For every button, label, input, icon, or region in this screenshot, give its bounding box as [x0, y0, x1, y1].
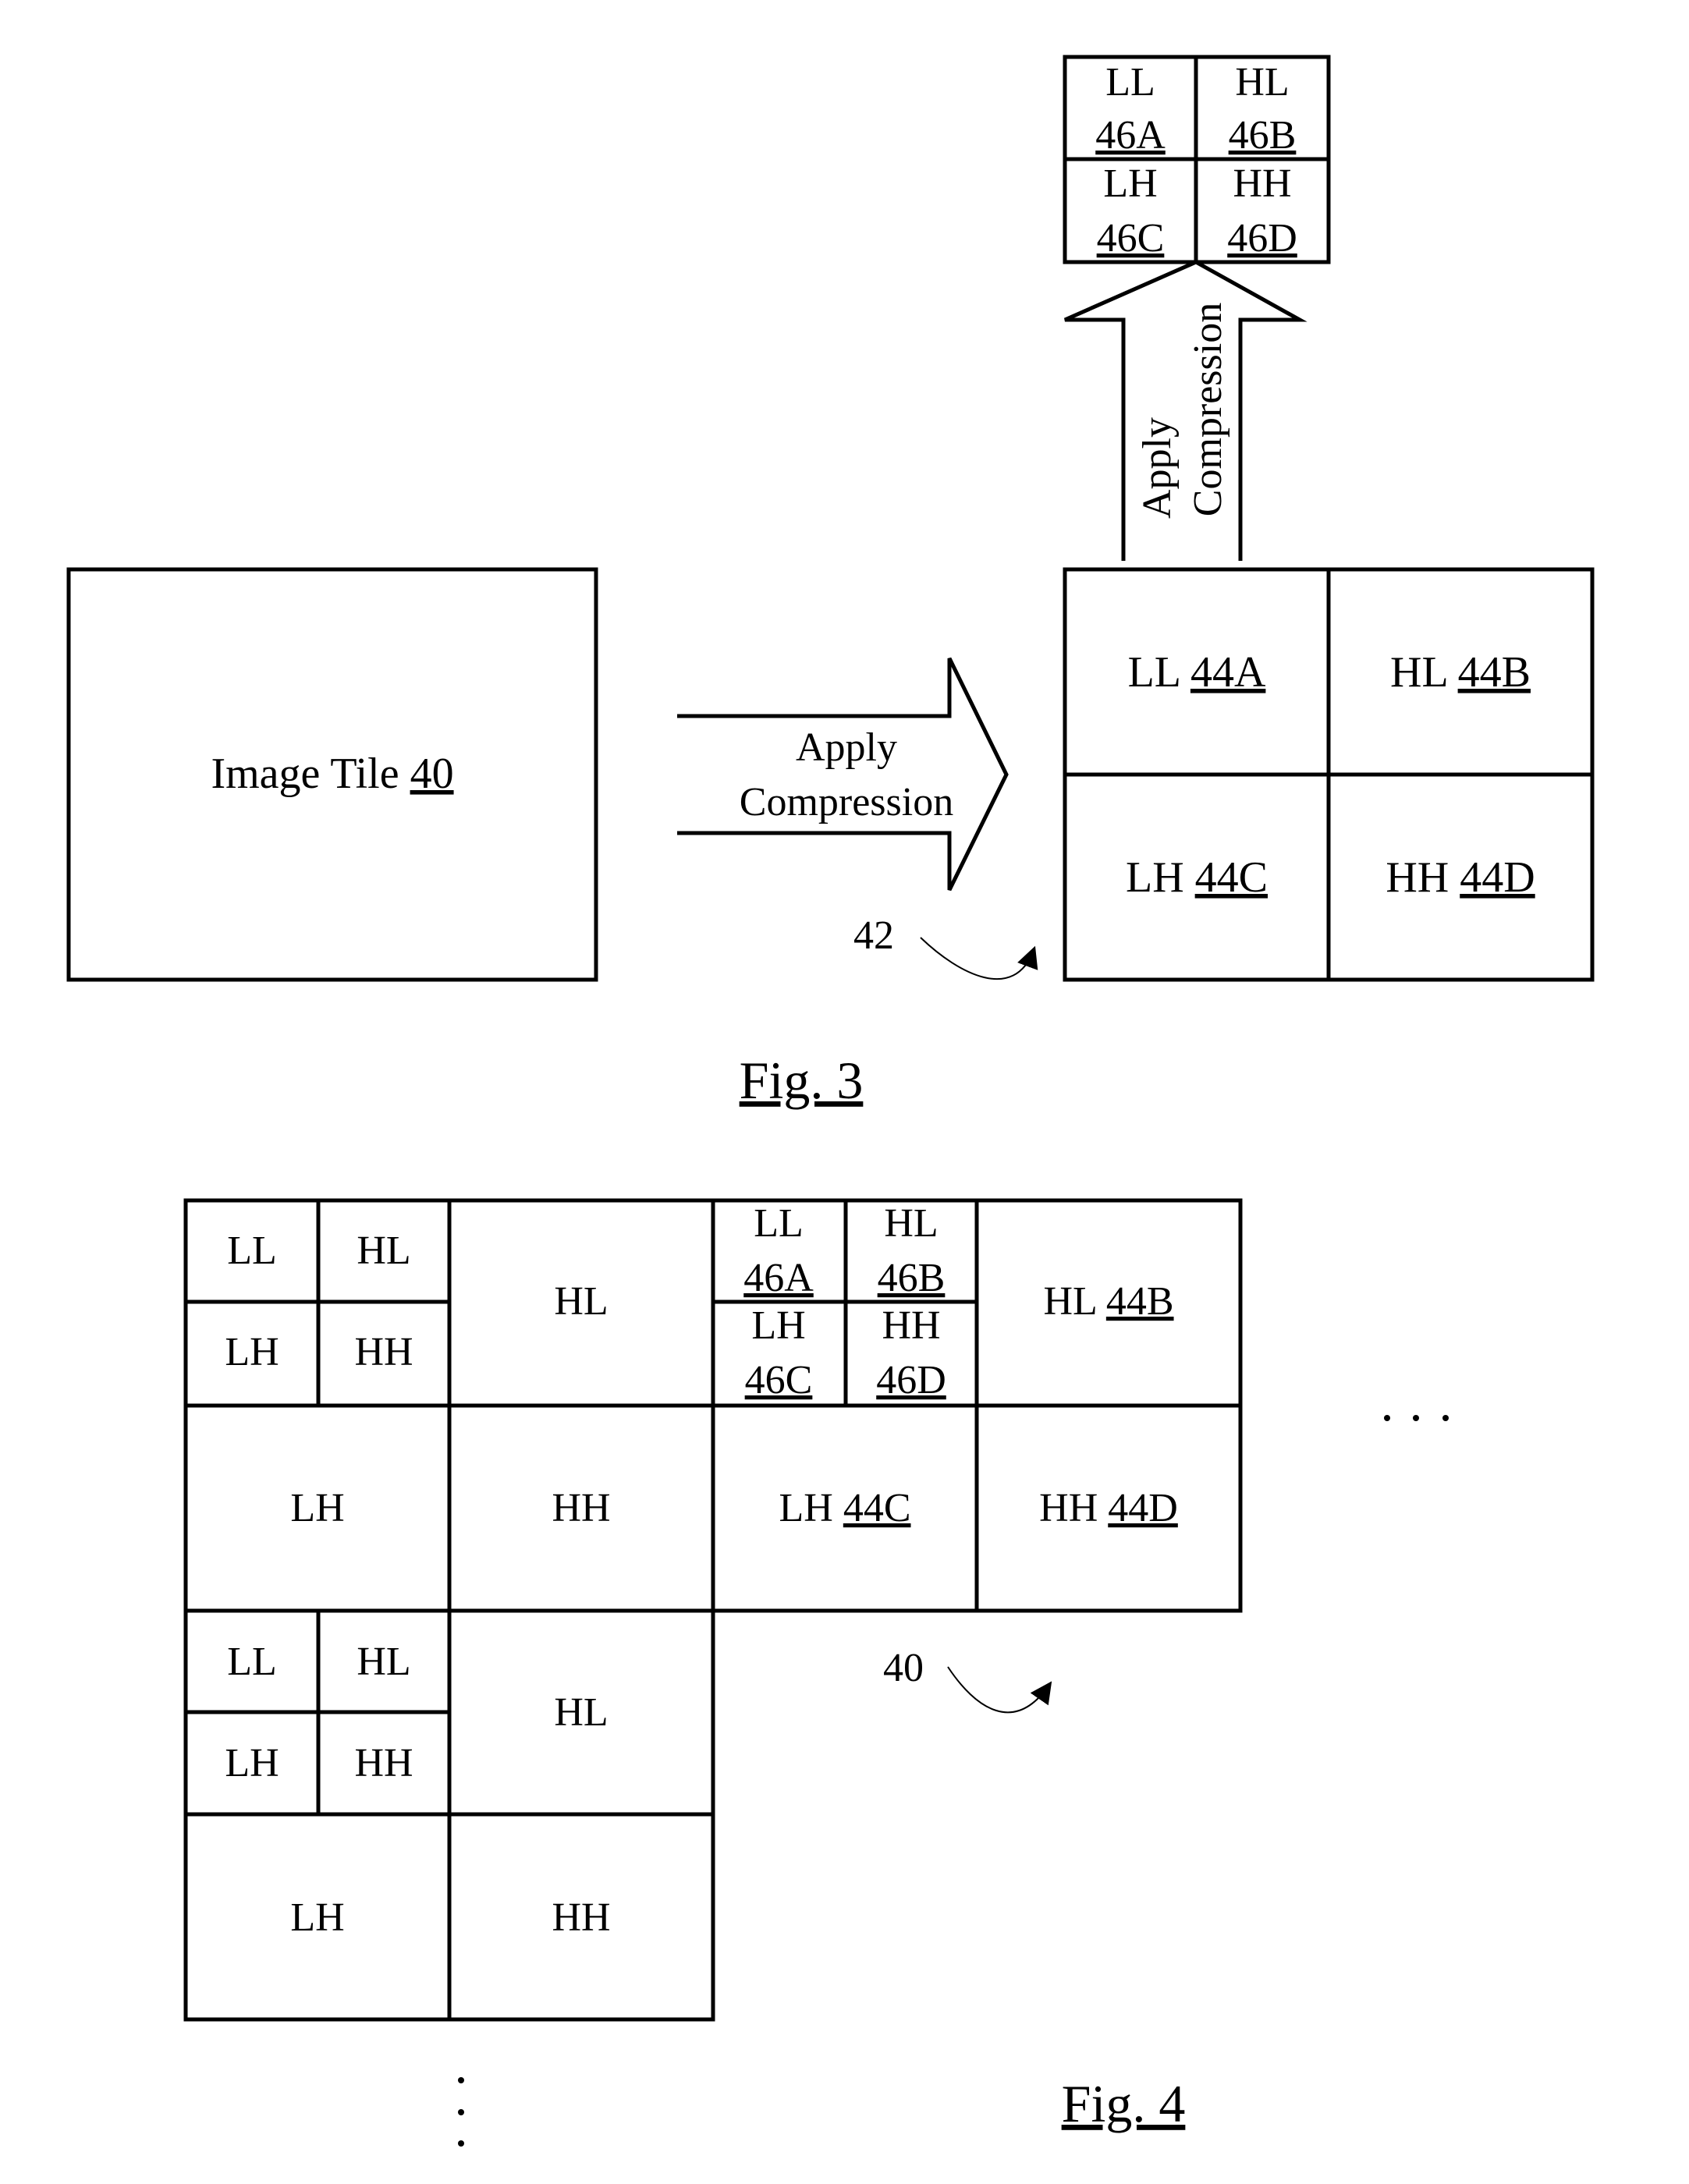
svg-text:LH: LH — [1103, 161, 1157, 206]
tile2-hl-46b: HL 46B — [878, 1201, 946, 1300]
vertical-arrow-label-line2: Compression — [1186, 303, 1230, 516]
svg-text:HH: HH — [882, 1303, 940, 1348]
tile2-hh-44d: HH 44D — [1039, 1486, 1178, 1530]
svg-text:LL: LL — [1105, 60, 1155, 105]
svg-text:46C: 46C — [1097, 216, 1165, 261]
svg-text:LH: LH — [751, 1303, 805, 1348]
level1-subband-grid: LL 44A HL 44B LH 44C HH 44D — [1063, 567, 1595, 982]
tile3-sub-hl: HL — [357, 1640, 410, 1684]
tile2-hh-46d: HH 46D — [876, 1303, 946, 1402]
svg-text:HL: HL — [884, 1201, 938, 1246]
tile1-hl: HL — [554, 1279, 608, 1324]
arrow-label-line2: Compression — [740, 780, 953, 824]
tile3-lh: LH — [290, 1895, 344, 1940]
svg-text:46A: 46A — [1095, 113, 1166, 158]
tile1-sub-lh: LH — [225, 1330, 279, 1374]
svg-text:HL: HL — [1235, 60, 1289, 105]
tile-2-decomposition: LL 46A HL 46B LH 46C HH 46D HL 44B LH 44… — [711, 1198, 1243, 1613]
tile1-hh: HH — [552, 1486, 610, 1530]
level2-subband-grid: LL 46A HL 46B LH 46C HH 46D — [1063, 55, 1331, 264]
reference-40: 40 — [883, 1646, 924, 1690]
svg-text:46B: 46B — [1229, 113, 1297, 158]
tile3-ll: LL — [227, 1640, 277, 1684]
leader-arrow-40 — [947, 1666, 1052, 1714]
tile2-lh-46c: LH 46C — [745, 1303, 813, 1402]
image-tile-label: Image Tile 40 — [211, 750, 453, 798]
tile2-lh-44c: LH 44C — [779, 1486, 910, 1530]
tile3-sub-lh: LH — [225, 1741, 279, 1785]
image-tile-box: Image Tile 40 — [66, 567, 598, 982]
tile1-lh: LH — [290, 1486, 344, 1530]
svg-text:46D: 46D — [876, 1358, 946, 1402]
subband-hl-46b: HL 46B — [1229, 60, 1297, 158]
svg-text:LL: LL — [754, 1201, 804, 1246]
tile2-ll-46a: LL 46A — [743, 1201, 814, 1300]
patent-drawing: Image Tile 40 Apply Compression 42 LL 44… — [66, 55, 1595, 2147]
tile1-sub-hh: HH — [354, 1330, 413, 1374]
tile1-ll: LL — [227, 1228, 277, 1273]
svg-text:46C: 46C — [745, 1358, 813, 1402]
apply-compression-arrow-vertical: Apply Compression — [1063, 260, 1308, 561]
apply-compression-arrow-horizontal: Apply Compression — [677, 657, 1009, 892]
tile1-sub-hl: HL — [357, 1228, 410, 1273]
svg-text:46B: 46B — [878, 1256, 946, 1300]
svg-text:HH: HH — [1233, 161, 1291, 206]
subband-hl-44b: HL 44B — [1390, 648, 1531, 697]
subband-ll-46a: LL 46A — [1095, 60, 1166, 158]
subband-hh-46d: HH 46D — [1227, 161, 1297, 261]
subband-lh-46c: LH 46C — [1097, 161, 1165, 261]
leader-arrow-42 — [920, 937, 1038, 980]
ellipsis-horizontal-icon — [1384, 1415, 1449, 1421]
vertical-arrow-label-line1: Apply — [1135, 417, 1180, 519]
tile2-hl-44b: HL 44B — [1043, 1279, 1173, 1324]
tile3-hl: HL — [554, 1690, 608, 1735]
subband-ll-44a: LL 44A — [1128, 648, 1266, 697]
figure-4-caption: Fig. 4 — [1062, 2074, 1186, 2133]
svg-text:46D: 46D — [1227, 216, 1297, 261]
tile3-sub-hh: HH — [354, 1741, 413, 1785]
subband-lh-44c: LH 44C — [1126, 853, 1268, 902]
tile-1-decomposition: LL HL LH HH HL LH HH — [183, 1198, 715, 1613]
reference-42: 42 — [853, 913, 894, 958]
ellipsis-vertical-icon — [458, 2077, 464, 2147]
svg-text:46A: 46A — [743, 1256, 814, 1300]
figure-4: LL HL LH HH HL LH HH LL 46A HL 46B LH 46… — [183, 1198, 1449, 2147]
subband-hh-44d: HH 44D — [1386, 853, 1535, 902]
arrow-label-line1: Apply — [796, 725, 897, 770]
figure-3-caption: Fig. 3 — [740, 1051, 864, 1110]
tile-3-decomposition: LL HL LH HH HL LH HH — [183, 1608, 715, 2022]
figure-3: Image Tile 40 Apply Compression 42 LL 44… — [66, 55, 1595, 1110]
tile3-hh: HH — [552, 1895, 610, 1940]
